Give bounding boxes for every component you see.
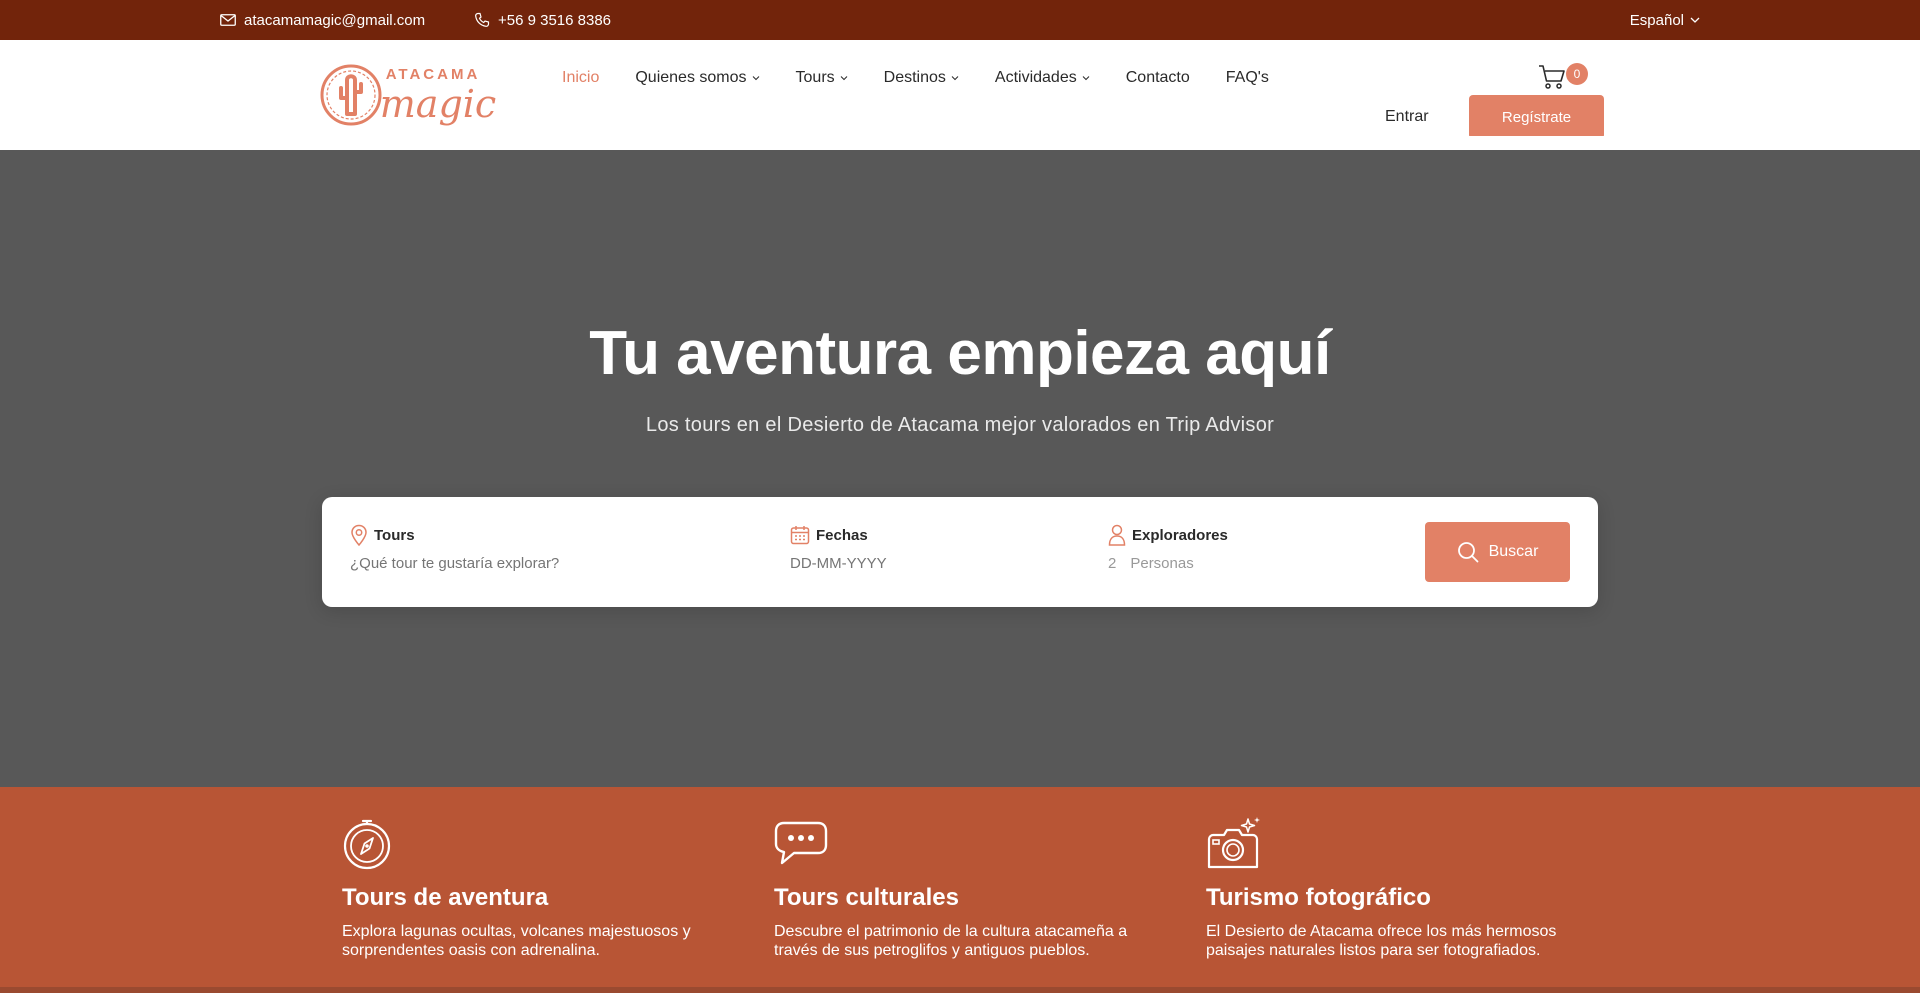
nav-item-actividades[interactable]: Actividades	[995, 69, 1090, 87]
feature-text: Explora lagunas ocultas, volcanes majest…	[342, 923, 691, 959]
feature-cultural: Tours culturales Descubre el patrimonio …	[774, 817, 1154, 960]
email-link[interactable]: atacamamagic@gmail.com	[220, 0, 425, 40]
hero-title: Tu aventura empieza aquí	[589, 319, 1331, 388]
language-label: Español	[1629, 11, 1684, 29]
dates-field: Fechas	[790, 523, 990, 573]
main-header: ATACAMA magic Inicio Quienes somos Tours De…	[0, 40, 1920, 150]
calendar-icon	[790, 526, 810, 545]
nav-item-quienes-somos[interactable]: Quienes somos	[635, 69, 759, 87]
tours-label: Tours	[374, 526, 415, 544]
login-link[interactable]: Entrar	[1385, 108, 1429, 126]
header-curve-divider	[0, 136, 1920, 150]
nav-item-label: Destinos	[883, 69, 946, 86]
explorers-unit: Personas	[1130, 555, 1194, 572]
phone-text: +56 9 3516 8386	[498, 11, 612, 29]
cart-count-badge: 0	[1566, 63, 1588, 85]
tour-search-box: Tours Fechas Exploradores 2 Personas Bus…	[322, 497, 1598, 607]
nav-item-label: Tours	[795, 69, 835, 86]
feature-text: Descubre el patrimonio de la cultura ata…	[774, 923, 1128, 959]
tours-input[interactable]	[350, 555, 730, 572]
phone-icon	[475, 12, 490, 27]
explorers-label: Exploradores	[1132, 526, 1228, 544]
search-icon	[1457, 542, 1478, 563]
feature-title: Tours de aventura	[342, 884, 549, 911]
explorers-count[interactable]: 2	[1108, 555, 1116, 572]
cart-icon[interactable]	[1538, 64, 1566, 90]
search-button-label: Buscar	[1488, 543, 1539, 560]
nav-item-faq-s[interactable]: FAQ's	[1226, 69, 1269, 87]
chevron-down-icon	[840, 76, 848, 81]
phone-link[interactable]: +56 9 3516 8386	[474, 0, 611, 40]
nav-item-label: FAQ's	[1225, 69, 1269, 86]
search-button[interactable]: Buscar	[1425, 522, 1570, 582]
signup-button[interactable]: Regístrate	[1469, 95, 1604, 139]
language-selector[interactable]: Español	[1630, 0, 1700, 40]
bottom-strip	[0, 987, 1920, 993]
chevron-down-icon	[752, 76, 759, 81]
chat-bubble-icon	[774, 821, 828, 865]
nav-item-tours[interactable]: Tours	[796, 69, 848, 87]
person-icon	[1108, 524, 1126, 546]
dates-input[interactable]	[790, 555, 990, 572]
logo-wordmark-main: magic	[380, 82, 496, 126]
chevron-down-icon	[1690, 17, 1700, 23]
location-pin-icon	[351, 524, 367, 546]
nav-item-label: Inicio	[562, 69, 600, 86]
feature-photography: Turismo fotográfico El Desierto de Ataca…	[1206, 817, 1586, 960]
nav-item-destinos[interactable]: Destinos	[884, 69, 959, 87]
dates-label: Fechas	[816, 526, 868, 544]
logo-wordmark-top: ATACAMA	[386, 66, 481, 83]
nav-item-label: Actividades	[994, 69, 1077, 86]
nav-item-inicio[interactable]: Inicio	[562, 69, 599, 87]
nav-item-contacto[interactable]: Contacto	[1126, 69, 1190, 87]
hero-subtitle: Los tours en el Desierto de Atacama mejo…	[645, 414, 1275, 436]
top-bar: atacamamagic@gmail.com +56 9 3516 8386 E…	[0, 0, 1920, 40]
main-navigation: Inicio Quienes somos Tours Destinos Activida…	[562, 68, 1305, 88]
camera-icon	[1207, 817, 1260, 869]
features-section: Tours de aventura Explora lagunas oculta…	[0, 787, 1920, 993]
envelope-icon	[220, 14, 236, 26]
chevron-down-icon	[1082, 76, 1090, 81]
explorers-field: Exploradores 2 Personas	[1108, 523, 1228, 572]
nav-item-label: Contacto	[1125, 69, 1190, 86]
email-text: atacamamagic@gmail.com	[244, 11, 426, 29]
nav-item-label: Quienes somos	[635, 69, 747, 86]
feature-adventure: Tours de aventura Explora lagunas oculta…	[342, 817, 722, 960]
chevron-down-icon	[951, 76, 959, 81]
feature-title: Tours culturales	[774, 884, 959, 911]
compass-icon	[343, 819, 391, 870]
feature-text: El Desierto de Atacama ofrece los más he…	[1206, 923, 1557, 959]
feature-title: Turismo fotográfico	[1206, 884, 1431, 911]
tours-field: Tours	[350, 523, 730, 573]
atacama-magic-logo[interactable]: ATACAMA magic	[320, 60, 500, 130]
